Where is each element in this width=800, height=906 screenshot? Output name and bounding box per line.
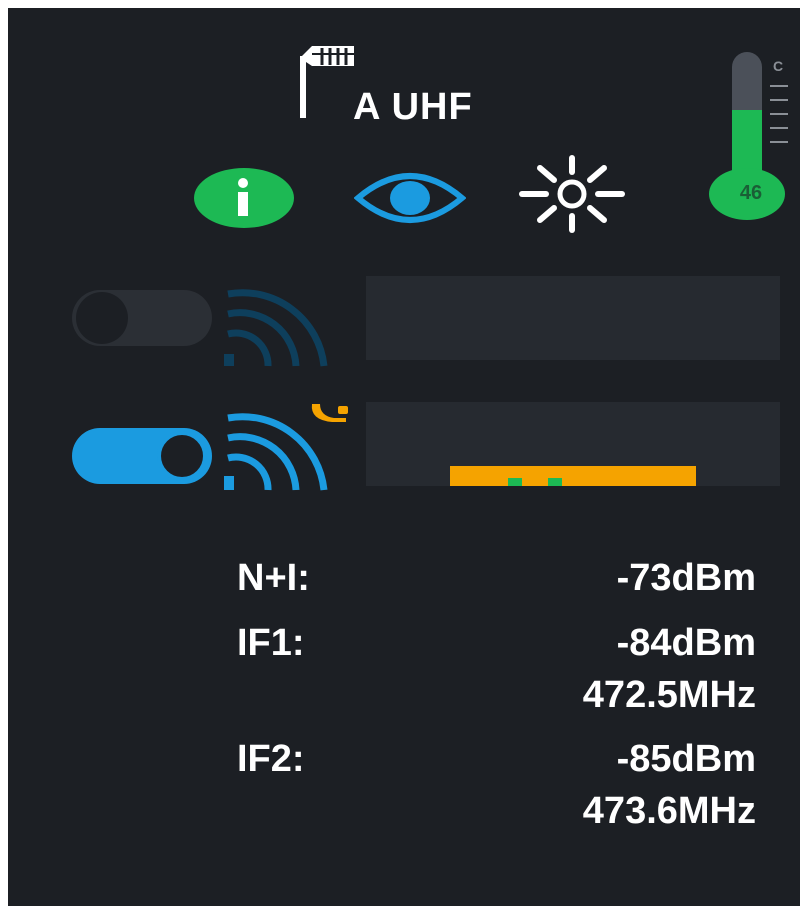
channel-label: A UHF	[353, 86, 473, 128]
if2-value: -85dBm	[616, 738, 756, 780]
if2-frequency: 473.6MHz	[582, 790, 756, 832]
if1-frequency: 472.5MHz	[582, 674, 756, 716]
if1-label: IF1:	[237, 622, 305, 664]
receiver-2-level-bar	[450, 466, 696, 486]
ni-value: -73dBm	[616, 557, 756, 599]
if2-label: IF2:	[237, 738, 305, 780]
thermometer-value: 46	[739, 182, 763, 204]
thermometer-unit: C	[773, 58, 784, 74]
info-icon[interactable]	[192, 166, 296, 230]
receiver-1-toggle[interactable]	[70, 286, 214, 350]
phone-alert-icon	[311, 404, 348, 422]
receiver-2-toggle[interactable]	[70, 424, 214, 488]
receiver-2-peak-marker	[548, 478, 562, 486]
eye-icon[interactable]	[354, 168, 466, 228]
receiver-1-meter	[366, 276, 780, 360]
brightness-icon[interactable]	[516, 154, 628, 234]
antenna-icon	[300, 46, 354, 118]
receiver-2-meter	[366, 402, 780, 486]
receiver-1-signal-icon	[224, 289, 328, 367]
if1-value: -84dBm	[616, 622, 756, 664]
receiver-2-peak-marker	[508, 478, 522, 486]
ni-label: N+I:	[237, 557, 310, 599]
receiver-panel: A UHF C 46 N+I: -73dBm IF1: -84dBm 472.5…	[8, 8, 800, 906]
